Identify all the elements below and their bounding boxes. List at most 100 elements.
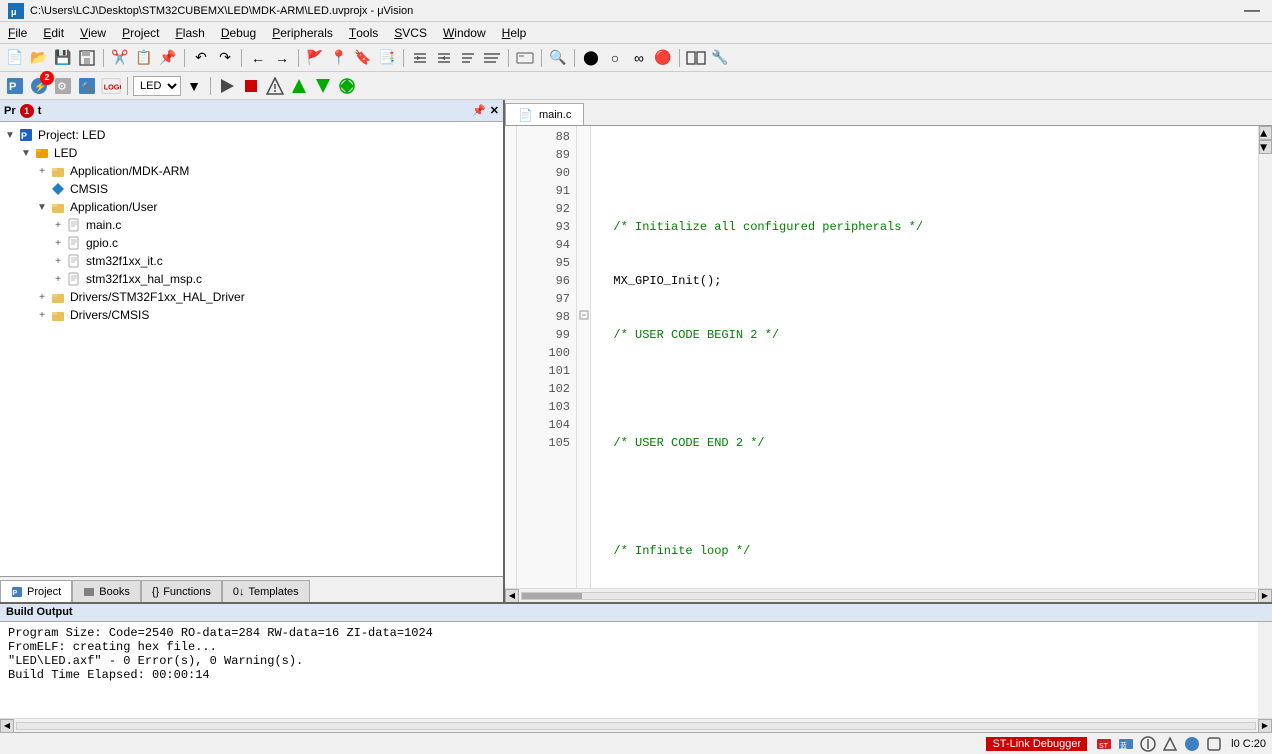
tree-item-mdk-arm[interactable]: + Application/MDK-ARM [4,162,499,180]
scroll-down-btn[interactable]: ▼ [1259,140,1272,154]
tree-item-drivers-cmsis[interactable]: + Drivers/CMSIS [4,306,499,324]
tree-item-project[interactable]: ▼ P Project: LED [4,126,499,144]
build-scroll-right[interactable]: ▶ [1258,719,1272,733]
minimize-button[interactable]: — [1240,2,1264,20]
bookmark1-button[interactable]: 🚩 [304,47,326,69]
fold-empty [577,216,590,234]
tree-item-main-c[interactable]: + main.c [4,216,499,234]
fold-gutter [577,126,591,588]
target-build[interactable] [264,75,286,97]
code-line-88 [599,164,1250,182]
close-panel-icon[interactable]: ✕ [490,104,499,117]
menu-tools[interactable]: Tools [341,22,386,43]
menu-window[interactable]: Window [435,22,494,43]
expand-icon: + [36,309,48,321]
tree-item-app-user[interactable]: ▼ Application/User [4,198,499,216]
bookmark4-button[interactable]: 📑 [376,47,398,69]
build-horiz-scroll[interactable]: ◀ ▶ [0,718,1272,732]
code-editor[interactable]: /* Initialize all configured peripherals… [591,126,1258,588]
menu-edit[interactable]: Edit [35,22,72,43]
outdent-button[interactable] [433,47,455,69]
tab-books[interactable]: Books [72,580,141,602]
bookmark2-button[interactable]: 📍 [328,47,350,69]
flash-button[interactable] [336,75,358,97]
tree-item-stm32-it[interactable]: + stm32f1xx_it.c [4,252,499,270]
svg-text:P: P [13,590,18,597]
forward-button[interactable]: → [271,47,293,69]
comment-button[interactable] [457,47,479,69]
settings2-button[interactable]: ⚙ [52,75,74,97]
build2-button[interactable]: 🔨 [76,75,98,97]
editor-scrollbar[interactable]: ▲ ▼ [1258,126,1272,588]
menu-debug[interactable]: Debug [213,22,264,43]
open-button[interactable]: 📂 [28,47,50,69]
code-line-90: MX_GPIO_Init(); [599,272,1250,290]
separator [508,49,509,67]
scroll-left-btn[interactable]: ◀ [505,589,519,603]
menu-flash[interactable]: Flash [167,22,212,43]
redo-button[interactable]: ↷ [214,47,236,69]
pause-button[interactable]: ○ [604,47,626,69]
run2-button[interactable] [216,75,238,97]
target-dropdown[interactable]: LED [133,76,181,96]
save-button[interactable]: 💾 [52,47,74,69]
scroll-thumb[interactable] [522,593,582,599]
settings-button[interactable]: 🔧 [709,47,731,69]
project-build-icon[interactable]: P [4,75,26,97]
fold-indicator[interactable] [577,306,590,324]
tree-item-hal-driver[interactable]: + Drivers/STM32F1xx_HAL_Driver [4,288,499,306]
new-button[interactable]: 📄 [4,47,26,69]
tree-label: Drivers/STM32F1xx_HAL_Driver [70,290,245,304]
scroll-right-btn[interactable]: ▶ [1258,589,1272,603]
diamond-icon [50,181,66,197]
green-arrow-up[interactable] [288,75,310,97]
tree-label: Drivers/CMSIS [70,308,149,322]
horizontal-scrollbar[interactable]: ◀ ▶ [505,588,1272,602]
dropdown-arrow[interactable]: ▼ [183,75,205,97]
scroll-up-btn[interactable]: ▲ [1259,126,1272,140]
stop2-button[interactable] [240,75,262,97]
copy-button[interactable]: 📋 [133,47,155,69]
undo-button[interactable]: ↶ [190,47,212,69]
open-file-button[interactable] [514,47,536,69]
build-scrollbar[interactable] [1258,622,1272,718]
menu-view[interactable]: View [72,22,114,43]
status-icon-5 [1183,735,1201,753]
title-bar: μ C:\Users\LCJ\Desktop\STM32CUBEMX\LED\M… [0,0,1272,22]
group-icon [34,145,50,161]
menu-project[interactable]: Project [114,22,167,43]
cut-button[interactable]: ✂️ [109,47,131,69]
tab-project[interactable]: P Project [0,580,72,602]
uncomment-button[interactable] [481,47,503,69]
tree-item-led-group[interactable]: ▼ LED [4,144,499,162]
stop-button[interactable]: ⬤ [580,47,602,69]
debug-button[interactable]: 🔴 [652,47,674,69]
tree-item-cmsis[interactable]: CMSIS [4,180,499,198]
tab-functions[interactable]: {} Functions [141,580,222,602]
menu-help[interactable]: Help [494,22,535,43]
editor-tab-main-c[interactable]: 📄 main.c [505,103,584,125]
logo-button[interactable]: LOGO [100,75,122,97]
back-button[interactable]: ← [247,47,269,69]
green-arrow-down[interactable] [312,75,334,97]
menu-svcs[interactable]: SVCS [386,22,435,43]
svg-text:μ: μ [11,7,17,17]
tree-item-stm32-hal[interactable]: + stm32f1xx_hal_msp.c [4,270,499,288]
build-scroll-left[interactable]: ◀ [0,719,14,733]
tree-label: LED [54,146,77,160]
view-toggle[interactable] [685,47,707,69]
menu-peripherals[interactable]: Peripherals [264,22,341,43]
save-all-button[interactable] [76,47,98,69]
menu-file[interactable]: File [0,22,35,43]
indent-button[interactable] [409,47,431,69]
status-position: l0 C:20 [1231,738,1266,750]
search-button[interactable]: 🔍 [547,47,569,69]
link-button[interactable]: ∞ [628,47,650,69]
tree-item-gpio-c[interactable]: + gpio.c [4,234,499,252]
pin-icon[interactable]: 📌 [472,104,486,117]
fold-empty [577,144,590,162]
file-icon [66,253,82,269]
paste-button[interactable]: 📌 [157,47,179,69]
bookmark3-button[interactable]: 🔖 [352,47,374,69]
tab-templates[interactable]: 0↓ Templates [222,580,310,602]
